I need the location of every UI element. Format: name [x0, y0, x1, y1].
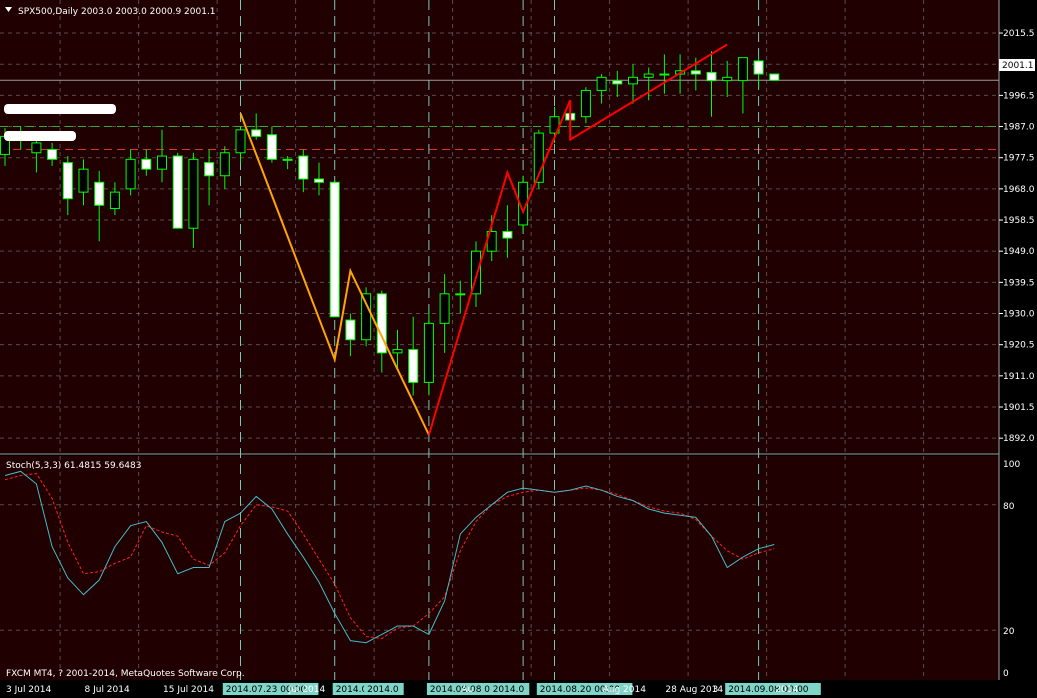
- candle-body: [455, 293, 466, 296]
- candle-body: [235, 129, 246, 154]
- candle-body: [423, 322, 434, 383]
- candle-body: [502, 231, 513, 239]
- copyright-text: FXCM MT4, ? 2001-2014, MetaQuotes Softwa…: [6, 669, 245, 679]
- candle-body: [722, 76, 733, 82]
- candle-body: [706, 71, 717, 82]
- candle-body: [172, 155, 183, 229]
- x-tick-label: 2014.0: [493, 685, 525, 695]
- candle-body: [690, 70, 701, 75]
- candle-body: [439, 293, 450, 324]
- candle-body: [580, 89, 591, 118]
- x-tick-label: 8 Jul 2014: [85, 685, 130, 695]
- y-tick-label: 1996.5: [1003, 91, 1035, 101]
- svg-text:2001.1: 2001.1: [1002, 61, 1034, 71]
- y-tick-label: 100: [1003, 460, 1020, 470]
- y-tick-label: 1901.5: [1003, 403, 1035, 413]
- x-tick-label: 2014.0: [367, 685, 399, 695]
- price-panel-background: [0, 0, 999, 453]
- trading-chart[interactable]: 2015.52006.01996.51987.01977.51968.01958…: [0, 0, 1037, 698]
- candle-body: [157, 155, 167, 170]
- candle-body: [266, 134, 277, 160]
- x-tick-label: Jul 2014: [288, 685, 326, 695]
- candle-body: [753, 60, 764, 75]
- candle-body: [298, 155, 309, 180]
- candle-body: [219, 152, 230, 177]
- candle-body: [596, 76, 607, 91]
- candle-body: [392, 349, 403, 354]
- y-tick-label: 20: [1003, 627, 1015, 637]
- candle-body: [94, 181, 105, 206]
- y-tick-label: 1987.0: [1003, 123, 1035, 133]
- candle-body: [204, 162, 215, 177]
- candle-body: [109, 191, 120, 210]
- candle-body: [47, 148, 58, 160]
- y-tick-label: 2015.5: [1003, 29, 1035, 39]
- x-tick-label: 3 Jul 2014: [6, 685, 51, 695]
- x-tick-label: Aug 2014: [603, 685, 647, 695]
- candle-body: [769, 73, 780, 81]
- candle-body: [251, 129, 262, 137]
- current-price-tag: 2001.1: [999, 59, 1035, 71]
- candle-body: [345, 319, 356, 341]
- y-tick-label: 1968.0: [1003, 185, 1035, 195]
- candle-body: [628, 76, 638, 85]
- y-tick-label: 80: [1003, 502, 1015, 512]
- candle-body: [408, 349, 419, 383]
- candle-body: [314, 178, 324, 183]
- y-tick-label: 0: [1003, 669, 1009, 679]
- y-tick-label: 1930.0: [1003, 310, 1035, 320]
- x-tick-label: Au: [461, 685, 473, 695]
- candle-body: [188, 158, 199, 229]
- candle-body: [361, 293, 372, 341]
- stoch-title: Stoch(5,3,3) 61.4815 59.6483: [6, 461, 141, 471]
- y-tick-label: 1977.5: [1003, 154, 1035, 164]
- candle-body: [125, 158, 136, 190]
- candle-body: [282, 158, 293, 161]
- candle-body: [659, 73, 670, 76]
- x-tick-label: 2014: [775, 685, 798, 695]
- y-tick-label: 1920.5: [1003, 341, 1035, 351]
- candle-body: [643, 73, 654, 78]
- candle-body: [329, 181, 340, 318]
- candle-body: [737, 57, 748, 82]
- x-tick-label: 3: [713, 685, 719, 695]
- y-tick-label: 1892.0: [1003, 434, 1035, 444]
- y-tick-label: 1958.5: [1003, 216, 1035, 226]
- y-tick-label: 1939.5: [1003, 278, 1035, 288]
- candle-body: [141, 158, 152, 170]
- chart-title: SPX500,Daily 2003.0 2003.0 2000.9 2001.1: [18, 7, 216, 17]
- x-tick-label: 15 Jul 2014: [163, 685, 214, 695]
- stochastic-panel-background: [0, 456, 999, 680]
- candle-body: [62, 162, 73, 200]
- y-tick-label: 1949.0: [1003, 247, 1035, 257]
- candle-body: [612, 80, 623, 85]
- candle-body: [78, 168, 89, 193]
- candle-body: [31, 142, 42, 154]
- y-tick-label: 1911.0: [1003, 372, 1035, 382]
